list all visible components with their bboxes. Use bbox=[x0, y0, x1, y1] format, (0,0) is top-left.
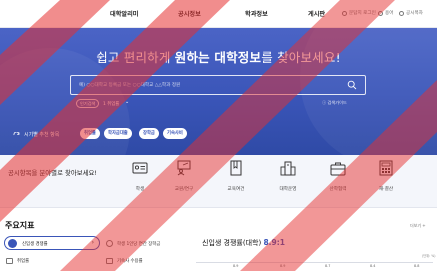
refresh-icon bbox=[13, 131, 20, 135]
indicator-item-scholarship[interactable]: 학생 1인당 연간 장학금 bbox=[106, 240, 160, 247]
more-link[interactable]: 더보기 + bbox=[410, 223, 426, 229]
chart-tick-label: 8.9 bbox=[280, 264, 286, 268]
building-icon bbox=[280, 161, 296, 176]
category-label: 대학운영 bbox=[279, 187, 297, 192]
indicator-headline-label: 신입생 경쟁률(대학) bbox=[202, 239, 262, 247]
student-card-icon bbox=[132, 162, 148, 174]
toc-label: 공시목차 bbox=[406, 11, 423, 16]
search-guide-link[interactable]: ⓘ 검색가이드 bbox=[322, 100, 347, 106]
indicator-selected-label: 신입생 경쟁률 bbox=[22, 242, 48, 247]
chevron-down-icon[interactable]: ⌄ bbox=[125, 99, 129, 105]
category-label: 교원/연구 bbox=[174, 187, 194, 192]
book-icon bbox=[378, 10, 383, 16]
chart-tick-label: 8.9 bbox=[233, 264, 239, 268]
toc-link[interactable]: 공시목차 bbox=[399, 10, 423, 16]
briefcase-icon bbox=[330, 162, 346, 176]
indicator-item-label: 학생 1인당 연간 장학금 bbox=[117, 241, 161, 247]
glossary-label: 용어 bbox=[385, 11, 394, 16]
category-faculty[interactable]: 교원/연구 bbox=[162, 160, 206, 192]
dormitory-icon bbox=[106, 258, 113, 264]
teacher-icon bbox=[177, 160, 191, 176]
nav-item-board[interactable]: 게시판 bbox=[308, 9, 325, 18]
chart-tick-label: 8.8 bbox=[414, 264, 420, 268]
chart-tick-label: 8.4 bbox=[370, 264, 376, 268]
login-label: 문답지 로그인 bbox=[349, 11, 376, 16]
category-operation[interactable]: 대학운영 bbox=[266, 160, 310, 192]
chip-scholarship[interactable]: 장학금 bbox=[139, 128, 159, 139]
login-link[interactable]: 문답지 로그인 bbox=[342, 10, 376, 16]
search-input[interactable]: 예) ○○대학교 등록금 또는 ○○대학교 △△학과 정원 bbox=[70, 75, 366, 95]
recommend-label: 시기별 추천 항목 bbox=[13, 131, 59, 138]
category-industry[interactable]: 산학협력 bbox=[316, 160, 360, 192]
category-section: 공시항목을 분야별로 찾아보세요! 학생 교원/연구 교육여건 대학운영 산학협… bbox=[0, 155, 437, 208]
indicator-headline: 신입생 경쟁률(대학) 8.9:1 bbox=[202, 238, 285, 248]
chip-dormitory[interactable]: 기숙사비 bbox=[163, 128, 187, 139]
indicators-title: 주요지표 bbox=[5, 221, 35, 230]
popular-search-item[interactable]: 1 취업률 bbox=[103, 101, 119, 107]
chip-loan[interactable]: 학자금대출 bbox=[104, 128, 132, 139]
popular-search-badge: 인기검색 bbox=[76, 99, 100, 108]
unit-note: (단위: %) bbox=[422, 254, 436, 258]
book-icon bbox=[230, 160, 242, 176]
hero-section: 쉽고 편리하게 원하는 대학정보를 찾아보세요! 예) ○○대학교 등록금 또는… bbox=[0, 28, 437, 155]
indicator-item-employment[interactable]: 취업률 bbox=[6, 258, 29, 264]
nav-item-department[interactable]: 학과정보 bbox=[245, 9, 268, 18]
search-icon[interactable] bbox=[347, 80, 357, 90]
category-label: 학생 bbox=[135, 187, 145, 192]
category-student[interactable]: 학생 bbox=[118, 160, 162, 192]
chevron-right-icon: › bbox=[91, 239, 94, 246]
chart-baseline bbox=[196, 262, 433, 263]
category-label: 교육여건 bbox=[227, 187, 245, 192]
top-nav: 대학알리미 공시정보 학과정보 게시판 문답지 로그인 용어 공시목차 bbox=[0, 0, 437, 28]
calculator-icon bbox=[379, 160, 393, 176]
hero-title: 쉽고 편리하게 원하는 대학정보를 찾아보세요! bbox=[96, 50, 341, 65]
indicator-item-label: 취업률 bbox=[17, 259, 30, 264]
nav-item-college-info[interactable]: 대학알리미 bbox=[110, 9, 138, 18]
category-prompt: 공시항목을 분야별로 찾아보세요! bbox=[8, 169, 97, 177]
category-finance[interactable]: 재·결산 bbox=[364, 160, 408, 192]
chart-tick-label: 8.7 bbox=[325, 264, 331, 268]
category-label: 산학협력 bbox=[329, 187, 347, 192]
employment-icon bbox=[6, 258, 13, 264]
category-education[interactable]: 교육여건 bbox=[214, 160, 258, 192]
nav-item-disclosure[interactable]: 공시정보 bbox=[178, 9, 201, 18]
category-label: 재·결산 bbox=[378, 187, 394, 192]
list-icon bbox=[399, 10, 404, 16]
search-placeholder: 예) ○○대학교 등록금 또는 ○○대학교 △△학과 정원 bbox=[79, 83, 181, 88]
user-icon bbox=[342, 10, 347, 16]
glossary-link[interactable]: 용어 bbox=[378, 10, 393, 16]
chip-employment[interactable]: 취업률 bbox=[80, 128, 100, 139]
indicator-headline-value: 8.9:1 bbox=[263, 238, 285, 247]
indicator-item-label: 기숙사 수용률 bbox=[117, 259, 143, 264]
scholarship-icon bbox=[106, 240, 113, 247]
indicator-item-dormitory[interactable]: 기숙사 수용률 bbox=[106, 258, 143, 264]
freshman-icon bbox=[8, 239, 17, 248]
indicator-selected-button[interactable]: 신입생 경쟁률 › bbox=[4, 236, 100, 250]
